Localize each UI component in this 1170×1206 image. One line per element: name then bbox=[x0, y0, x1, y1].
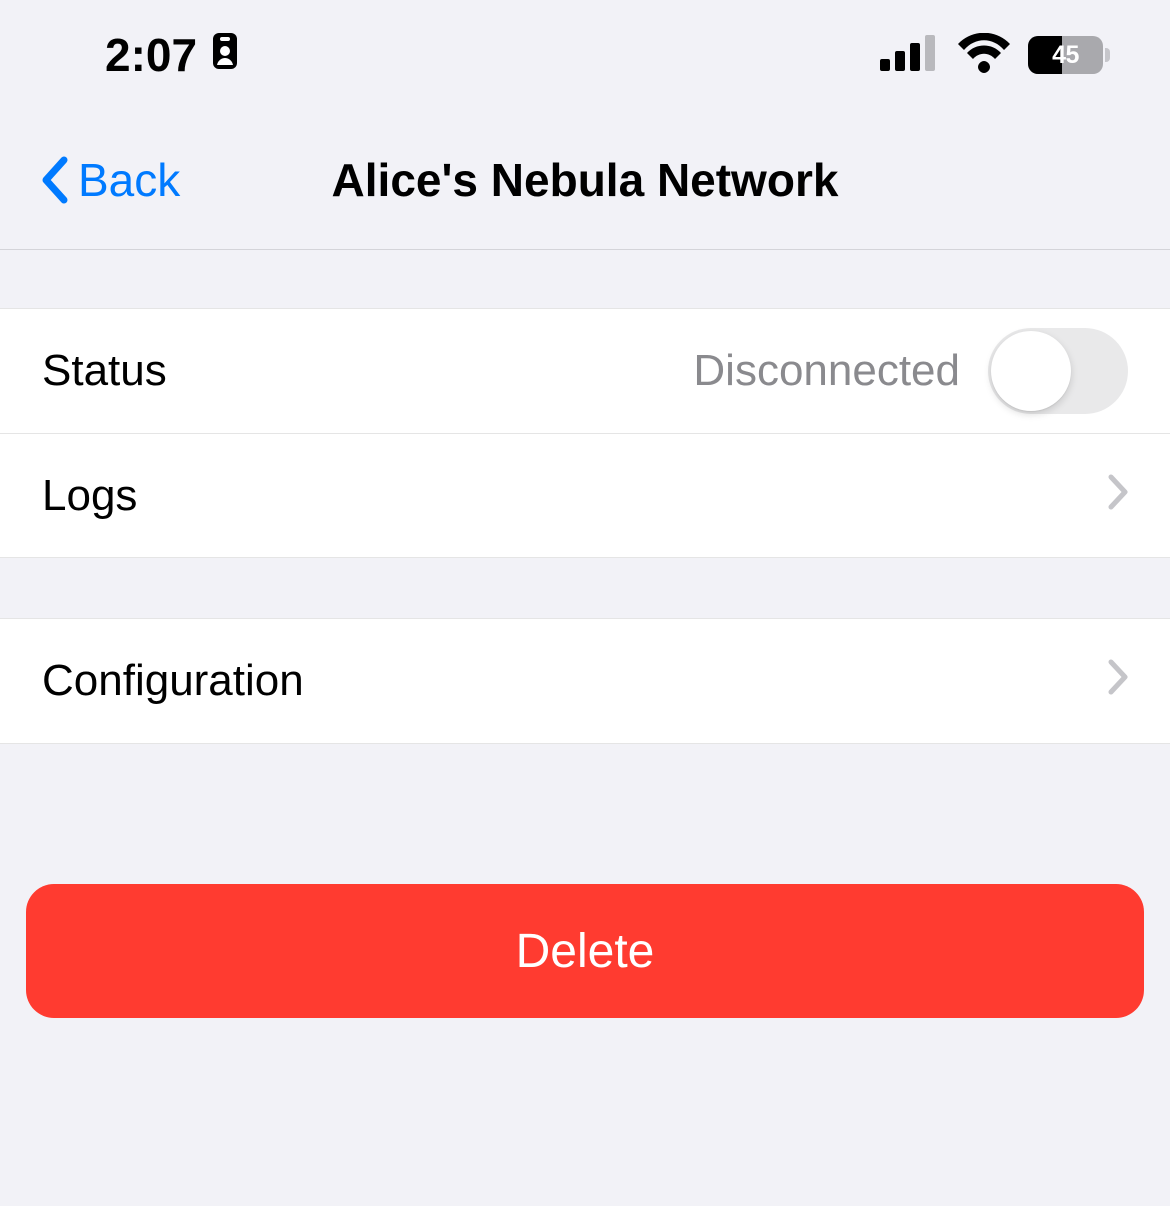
back-button[interactable]: Back bbox=[40, 153, 180, 207]
back-label: Back bbox=[78, 153, 180, 207]
row-logs[interactable]: Logs bbox=[0, 433, 1170, 557]
chevron-right-icon bbox=[1108, 656, 1128, 706]
section-configuration: Configuration bbox=[0, 618, 1170, 744]
configuration-label: Configuration bbox=[42, 656, 304, 706]
spacer bbox=[0, 558, 1170, 618]
spacer bbox=[0, 250, 1170, 308]
chevron-right-icon bbox=[1108, 471, 1128, 521]
status-bar-left: 2:07 bbox=[105, 28, 239, 82]
cellular-icon bbox=[880, 35, 940, 76]
row-status: Status Disconnected bbox=[0, 309, 1170, 433]
logs-label: Logs bbox=[42, 471, 137, 521]
delete-button[interactable]: Delete bbox=[26, 884, 1144, 1018]
row-configuration[interactable]: Configuration bbox=[0, 619, 1170, 743]
id-badge-icon bbox=[211, 28, 239, 82]
clock-time: 2:07 bbox=[105, 28, 197, 82]
toggle-knob bbox=[991, 331, 1071, 411]
wifi-icon bbox=[958, 33, 1010, 78]
status-value: Disconnected bbox=[693, 346, 960, 396]
delete-wrapper: Delete bbox=[0, 744, 1170, 1018]
status-bar-right: 45 bbox=[880, 33, 1110, 78]
status-bar: 2:07 45 bbox=[0, 0, 1170, 110]
page-title: Alice's Nebula Network bbox=[332, 153, 839, 207]
nav-bar: Back Alice's Nebula Network bbox=[0, 110, 1170, 250]
status-toggle[interactable] bbox=[988, 328, 1128, 414]
status-label: Status bbox=[42, 346, 167, 396]
chevron-left-icon bbox=[40, 156, 68, 204]
section-status-logs: Status Disconnected Logs bbox=[0, 308, 1170, 558]
battery-level: 45 bbox=[1028, 36, 1103, 74]
battery-icon: 45 bbox=[1028, 36, 1110, 74]
